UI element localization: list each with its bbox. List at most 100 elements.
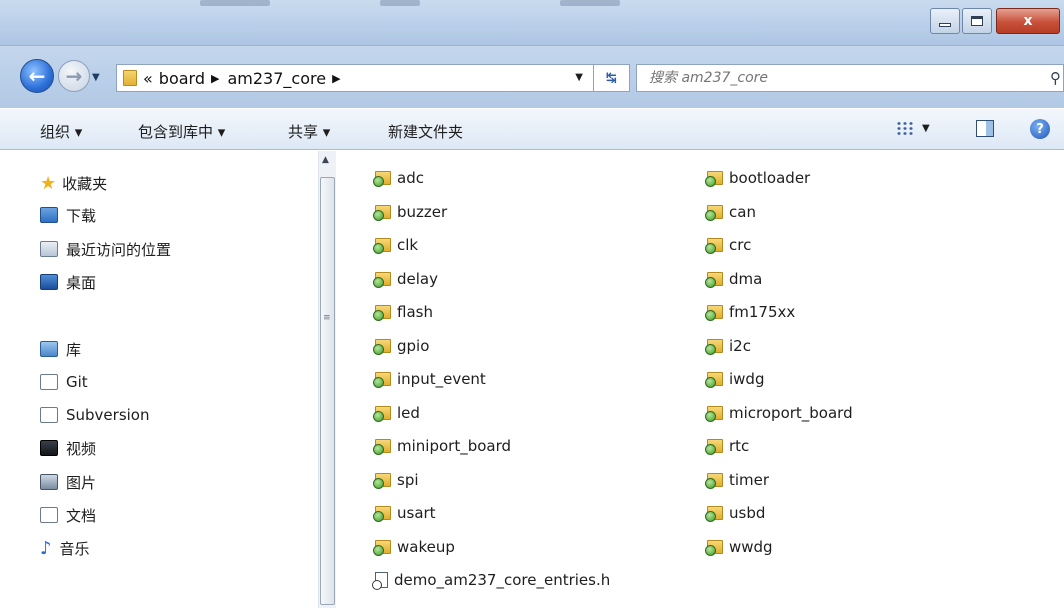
folder-item[interactable]: buzzer: [373, 201, 448, 223]
folder-item[interactable]: clk: [373, 234, 418, 256]
synced-folder-icon: [373, 338, 391, 355]
address-bar[interactable]: « board ▶ am237_core ▶ ▼: [116, 64, 594, 92]
nav-label: 图片: [66, 473, 97, 492]
recent-pages-dropdown[interactable]: ▼: [92, 72, 100, 83]
git-library-icon: [40, 374, 58, 390]
folder-name: flash: [397, 303, 433, 321]
video-icon: [40, 440, 58, 456]
folder-name: dma: [729, 269, 763, 288]
synced-folder-icon: [373, 439, 391, 455]
search-input[interactable]: [649, 70, 1029, 86]
nav-git[interactable]: Git: [40, 371, 88, 393]
folder-item[interactable]: usart: [373, 502, 436, 524]
nav-subversion[interactable]: Subversion: [40, 404, 150, 426]
folder-item[interactable]: delay: [373, 268, 438, 290]
back-arrow-icon: ←: [28, 64, 46, 88]
nav-libraries[interactable]: 库: [40, 338, 81, 360]
new-folder-button[interactable]: 新建文件夹: [388, 121, 463, 142]
nav-recent-places[interactable]: 最近访问的位置: [40, 238, 171, 260]
folder-name: gpio: [397, 336, 430, 355]
picture-icon: [40, 474, 58, 490]
nav-label: 文档: [66, 506, 97, 525]
folder-item[interactable]: crc: [705, 234, 751, 256]
synced-folder-icon: [373, 204, 391, 221]
folder-item[interactable]: bootloader: [705, 167, 810, 189]
breadcrumb-separator-icon[interactable]: ▶: [211, 72, 219, 85]
share-menu[interactable]: 共享 ▾: [288, 121, 330, 142]
folder-item[interactable]: wakeup: [373, 536, 455, 558]
search-box[interactable]: ⚲: [636, 64, 1064, 92]
nav-documents[interactable]: 文档: [40, 504, 96, 526]
folder-item[interactable]: rtc: [705, 435, 750, 457]
include-in-library-menu[interactable]: 包含到库中 ▾: [138, 121, 225, 142]
synced-folder-icon: [705, 472, 723, 489]
nav-desktop[interactable]: 桌面: [40, 271, 96, 293]
help-icon[interactable]: ?: [1030, 119, 1050, 139]
folder-item[interactable]: microport_board: [705, 402, 853, 424]
nav-favorites[interactable]: ★ 收藏夹: [40, 172, 107, 194]
document-icon: [40, 507, 58, 523]
header-file-icon: [372, 572, 388, 590]
synced-folder-icon: [373, 171, 391, 187]
folder-item[interactable]: can: [705, 201, 756, 223]
folder-item[interactable]: iwdg: [705, 368, 765, 390]
folder-item[interactable]: fm175xx: [705, 301, 795, 323]
maximize-button[interactable]: [962, 8, 992, 34]
title-blur: [200, 0, 270, 6]
change-view-icon[interactable]: [896, 121, 914, 137]
folder-item[interactable]: adc: [373, 167, 424, 189]
synced-folder-icon: [373, 238, 391, 254]
view-dropdown-icon[interactable]: ▼: [922, 123, 930, 134]
organize-menu[interactable]: 组织 ▾: [40, 121, 82, 142]
folder-item[interactable]: gpio: [373, 335, 430, 357]
file-list: adc buzzer clk delay flash gpio input_eventled…: [337, 151, 1064, 608]
file-name: demo_am237_core_entries.h: [394, 571, 611, 589]
minimize-icon: [939, 23, 951, 27]
synced-folder-icon: [373, 539, 391, 556]
folder-item[interactable]: dma: [705, 268, 763, 290]
folder-name: buzzer: [397, 202, 448, 221]
address-dropdown-icon[interactable]: ▼: [575, 72, 583, 83]
nav-label: Subversion: [66, 406, 150, 424]
back-button[interactable]: ←: [20, 59, 54, 93]
synced-folder-icon: [373, 472, 391, 489]
synced-folder-icon: [705, 204, 723, 221]
breadcrumb-separator-icon[interactable]: ▶: [332, 72, 340, 85]
forward-button[interactable]: →: [58, 60, 90, 92]
close-button[interactable]: x: [996, 8, 1060, 34]
file-item[interactable]: demo_am237_core_entries.h: [372, 569, 611, 591]
folder-item[interactable]: usbd: [705, 502, 765, 524]
folder-icon: [123, 70, 137, 86]
folder-name: spi: [397, 470, 419, 489]
folder-item[interactable]: timer: [705, 469, 769, 491]
nav-music[interactable]: ♪ 音乐: [40, 537, 90, 559]
search-icon[interactable]: ⚲: [1050, 69, 1061, 87]
folder-item[interactable]: led: [373, 402, 420, 424]
folder-name: usart: [397, 504, 436, 522]
preview-pane-icon[interactable]: [976, 120, 994, 137]
folder-item[interactable]: input_event: [373, 368, 486, 390]
nav-label: 收藏夹: [62, 174, 108, 193]
minimize-button[interactable]: [930, 8, 960, 34]
refresh-button[interactable]: ↹: [594, 64, 630, 92]
breadcrumb-overflow[interactable]: «: [143, 69, 153, 88]
folder-item[interactable]: wwdg: [705, 536, 773, 558]
scroll-up-icon[interactable]: ▲: [322, 155, 329, 165]
folder-name: iwdg: [729, 370, 765, 388]
breadcrumb-am237-core[interactable]: am237_core: [227, 69, 326, 88]
nav-label: 库: [66, 340, 82, 359]
forward-arrow-icon: →: [65, 64, 83, 88]
nav-downloads[interactable]: 下载: [40, 204, 96, 226]
folder-name: rtc: [729, 437, 750, 455]
nav-videos[interactable]: 视频: [40, 437, 96, 459]
nav-pictures[interactable]: 图片: [40, 471, 96, 493]
scrollbar-thumb[interactable]: [320, 177, 335, 605]
folder-item[interactable]: miniport_board: [373, 435, 511, 457]
folder-item[interactable]: spi: [373, 469, 419, 491]
folder-name: wwdg: [729, 537, 773, 556]
close-icon: x: [1023, 13, 1033, 29]
folder-item[interactable]: i2c: [705, 335, 751, 357]
breadcrumb-board[interactable]: board: [159, 69, 205, 88]
nav-scrollbar[interactable]: ▲ ≡: [318, 151, 336, 608]
folder-item[interactable]: flash: [373, 301, 433, 323]
